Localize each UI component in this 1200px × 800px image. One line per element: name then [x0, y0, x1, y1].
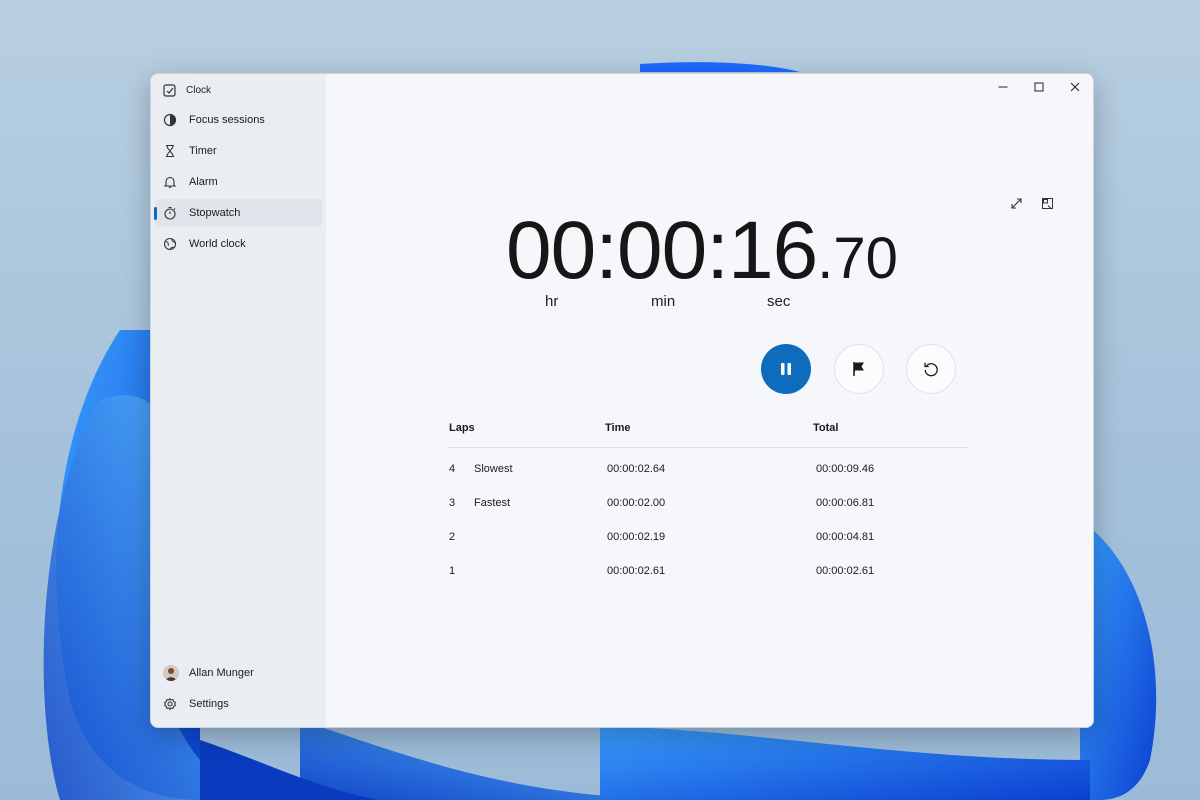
nav-list: Focus sessions Timer Alarm Stopwatch Wor… — [151, 106, 326, 261]
user-profile-button[interactable]: Allan Munger — [155, 659, 322, 687]
table-row: 1 00:00:02.61 00:00:02.61 — [326, 565, 1093, 585]
maximize-icon — [1034, 82, 1044, 92]
lap-time: 00:00:02.00 — [607, 497, 666, 509]
lap-tag: Slowest — [474, 463, 513, 475]
avatar — [163, 665, 179, 681]
maximize-button[interactable] — [1021, 74, 1057, 100]
decimal-point: . — [817, 226, 834, 291]
laps-divider — [449, 447, 969, 448]
gear-icon — [163, 697, 177, 711]
stopwatch-panel: 00:00:16.70 hr min sec Laps Time Total 4… — [326, 74, 1093, 727]
sidebar-item-alarm[interactable]: Alarm — [155, 168, 322, 196]
total-column-header: Total — [813, 422, 839, 434]
focus-icon — [163, 113, 177, 127]
app-title-bar: Clock — [163, 82, 211, 98]
lap-total: 00:00:02.61 — [816, 565, 875, 577]
reset-button[interactable] — [906, 344, 956, 394]
sidebar-item-focus-sessions[interactable]: Focus sessions — [155, 106, 322, 134]
globe-icon — [163, 237, 177, 251]
reset-icon — [924, 362, 938, 377]
lap-number: 4 — [449, 463, 456, 475]
seconds-value: 16 — [728, 205, 818, 296]
pause-button[interactable] — [761, 344, 811, 394]
unit-label-hr: hr — [545, 293, 559, 310]
unit-label-min: min — [651, 293, 676, 310]
table-row: 2 00:00:02.19 00:00:04.81 — [326, 531, 1093, 551]
sidebar-item-label: Alarm — [189, 176, 218, 188]
lap-time: 00:00:02.19 — [607, 531, 666, 543]
stopwatch-icon — [163, 206, 177, 220]
hourglass-icon — [163, 144, 177, 158]
sidebar: Clock Focus sessions Timer Alarm Stopwat… — [151, 74, 326, 727]
hundredths-value: 70 — [833, 226, 898, 291]
lap-number: 2 — [449, 531, 456, 543]
lap-time: 00:00:02.61 — [607, 565, 666, 577]
sidebar-item-label: Stopwatch — [189, 207, 241, 219]
sidebar-footer: Allan Munger Settings — [151, 659, 326, 721]
sidebar-item-settings[interactable]: Settings — [155, 690, 322, 718]
sidebar-item-label: Settings — [189, 698, 229, 710]
lap-total: 00:00:06.81 — [816, 497, 875, 509]
sidebar-item-label: World clock — [189, 238, 246, 250]
stopwatch-display: 00:00:16.70 — [506, 204, 898, 298]
separator: : — [706, 205, 729, 296]
clock-app-icon — [163, 83, 176, 97]
minimize-button[interactable] — [985, 74, 1021, 100]
picture-in-picture-icon — [1041, 197, 1053, 209]
lap-time: 00:00:02.64 — [607, 463, 666, 475]
lap-number: 1 — [449, 565, 456, 577]
unit-label-sec: sec — [767, 293, 791, 310]
separator: : — [595, 205, 618, 296]
flag-icon — [853, 362, 864, 376]
minutes-value: 00 — [617, 205, 707, 296]
sidebar-item-timer[interactable]: Timer — [155, 137, 322, 165]
close-icon — [1070, 82, 1080, 92]
user-name: Allan Munger — [189, 667, 254, 679]
sidebar-item-world-clock[interactable]: World clock — [155, 230, 322, 258]
expand-button[interactable] — [1007, 194, 1025, 212]
lap-number: 3 — [449, 497, 456, 509]
clock-window: Clock Focus sessions Timer Alarm Stopwat… — [150, 73, 1094, 728]
pause-icon — [781, 363, 791, 375]
table-row: 4 Slowest 00:00:02.64 00:00:09.46 — [326, 463, 1093, 483]
minimize-icon — [998, 86, 1008, 88]
lap-tag: Fastest — [474, 497, 511, 509]
close-button[interactable] — [1057, 74, 1093, 100]
keep-on-top-button[interactable] — [1038, 194, 1056, 212]
lap-total: 00:00:04.81 — [816, 531, 875, 543]
sidebar-item-label: Timer — [189, 145, 217, 157]
sidebar-item-label: Focus sessions — [189, 114, 265, 126]
hours-value: 00 — [506, 205, 596, 296]
expand-icon — [1010, 197, 1022, 209]
app-title: Clock — [186, 84, 212, 96]
sidebar-item-stopwatch[interactable]: Stopwatch — [154, 199, 322, 227]
lap-button[interactable] — [834, 344, 884, 394]
window-controls — [985, 74, 1093, 100]
bell-icon — [163, 175, 177, 189]
table-row: 3 Fastest 00:00:02.00 00:00:06.81 — [326, 497, 1093, 517]
laps-column-header: Laps — [449, 422, 475, 434]
lap-total: 00:00:09.46 — [816, 463, 875, 475]
time-column-header: Time — [605, 422, 631, 434]
